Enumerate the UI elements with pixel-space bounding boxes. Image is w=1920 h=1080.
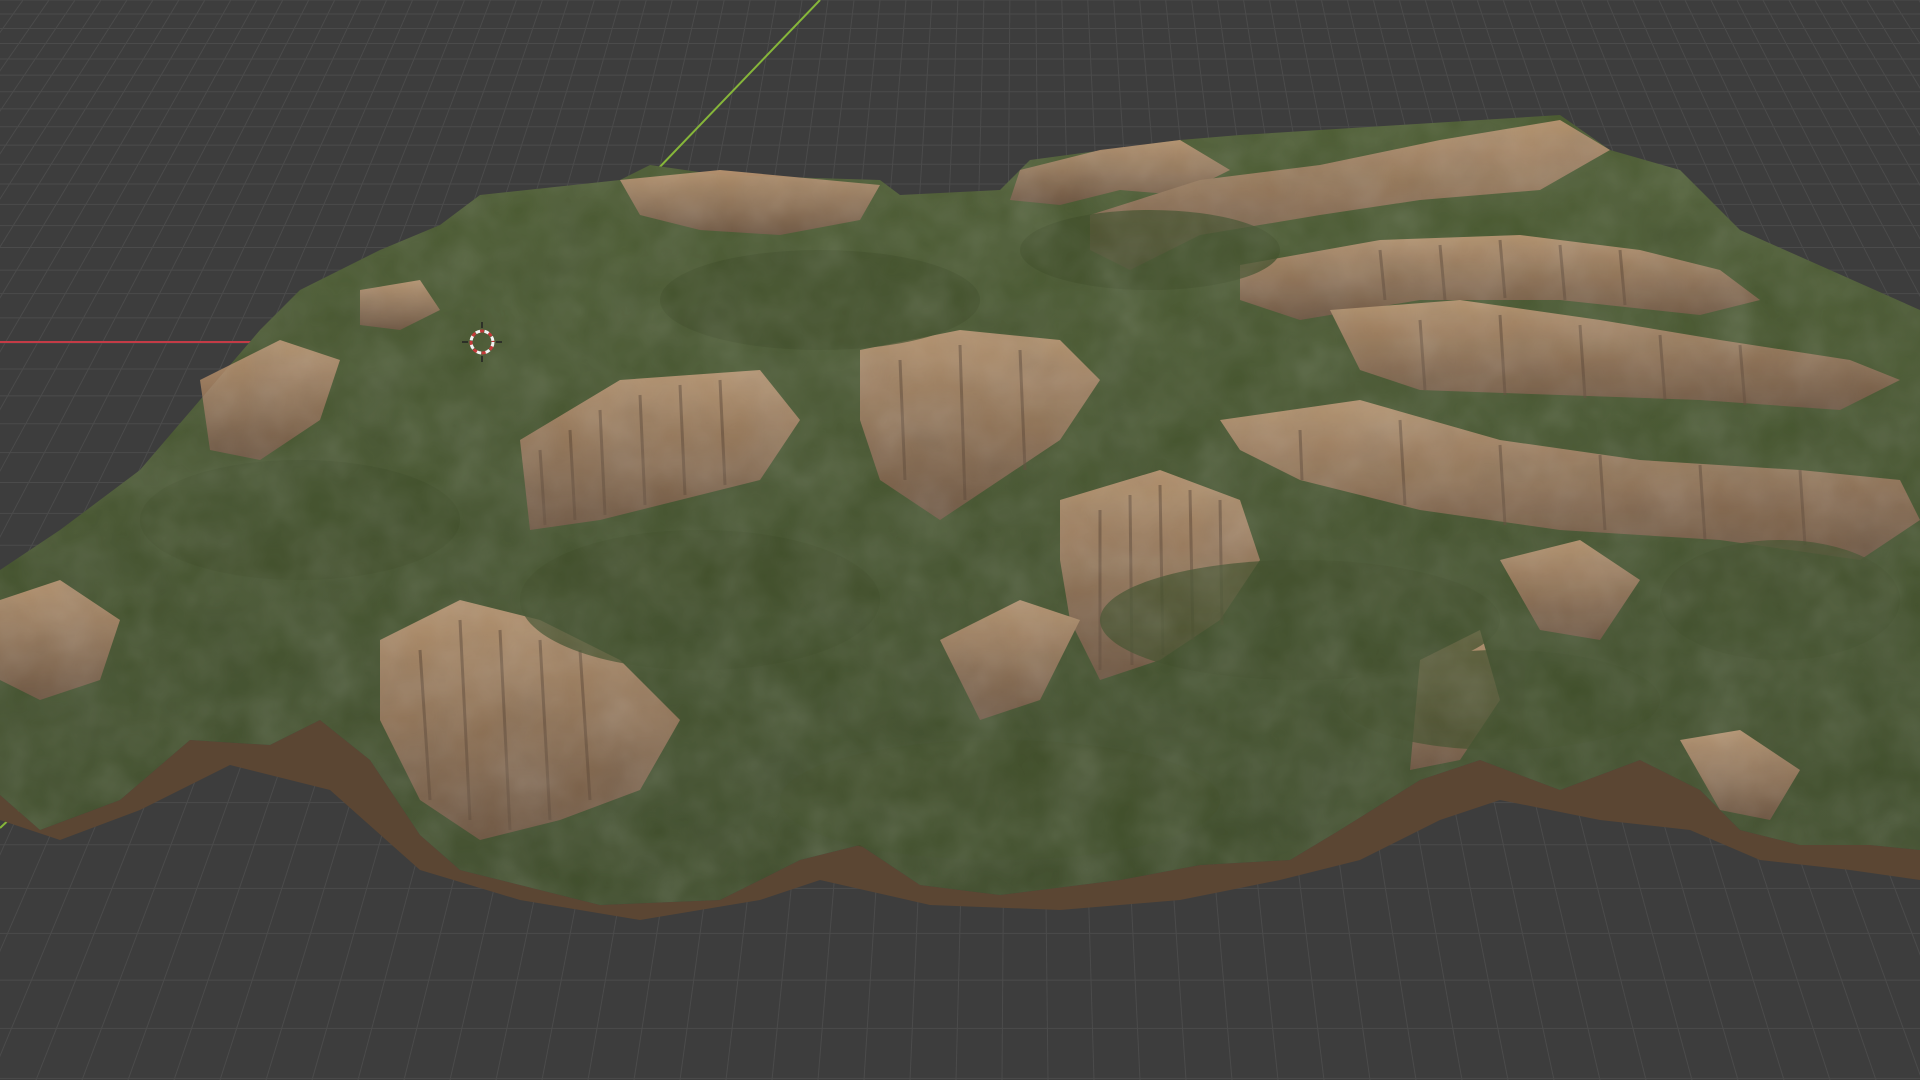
3d-viewport[interactable] [0,0,1920,1080]
scene-canvas[interactable] [0,0,1920,1080]
